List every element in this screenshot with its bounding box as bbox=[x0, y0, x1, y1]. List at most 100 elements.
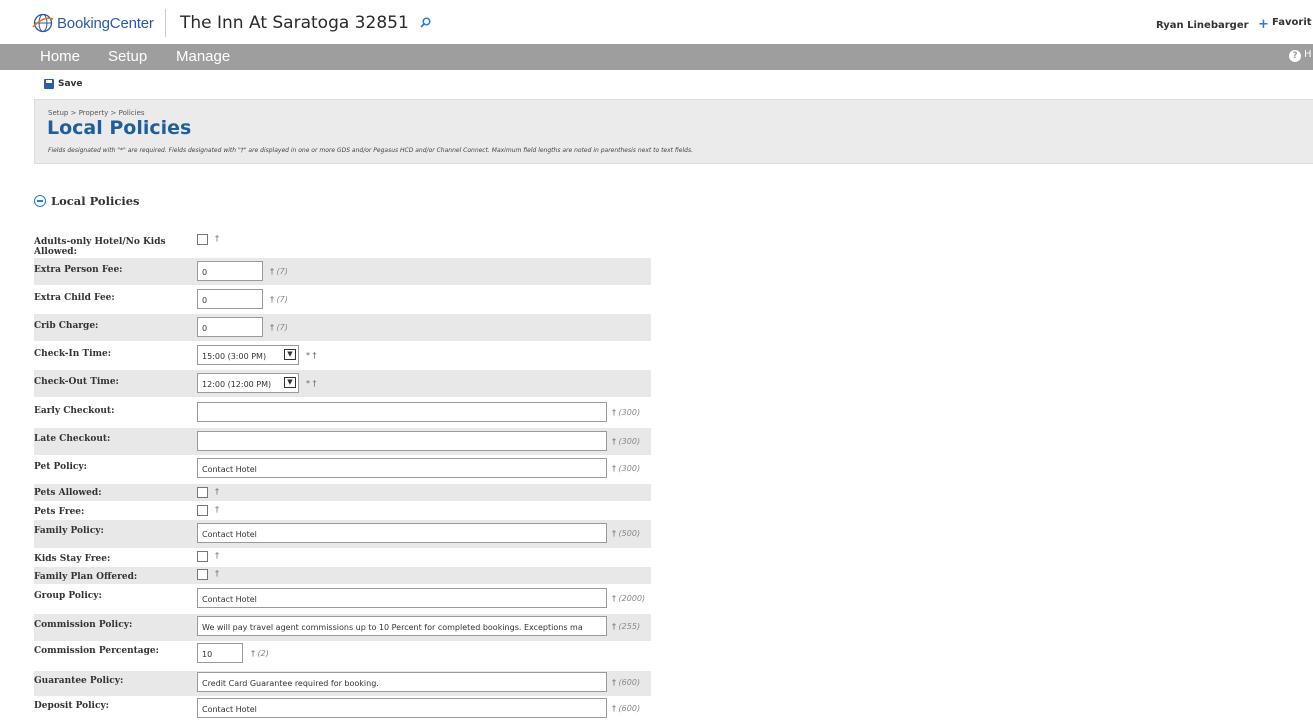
collapse-minus-icon[interactable] bbox=[34, 195, 46, 207]
max-length-note: (2) bbox=[257, 649, 269, 658]
chevron-down-icon[interactable]: ▼ bbox=[284, 377, 296, 388]
row-guarantee-policy: Guarantee Policy: Credit Card Guarantee … bbox=[34, 671, 651, 696]
family-policy-label: Family Policy: bbox=[34, 526, 104, 536]
commission-percentage-note: † (2) bbox=[251, 649, 269, 658]
check-out-time-select[interactable]: 12:00 (12:00 PM) ▼ bbox=[197, 373, 299, 393]
property-title: The Inn At Saratoga 32851 bbox=[180, 13, 431, 33]
favorites-link[interactable]: Favorit bbox=[1272, 17, 1312, 28]
section-toggle-local-policies[interactable]: Local Policies bbox=[34, 194, 140, 208]
guarantee-policy-label: Guarantee Policy: bbox=[34, 676, 124, 686]
gds-marker: † bbox=[270, 295, 274, 304]
late-checkout-input[interactable] bbox=[197, 431, 607, 451]
pet-policy-label: Pet Policy: bbox=[34, 462, 87, 472]
commission-policy-label: Commission Policy: bbox=[34, 620, 133, 630]
row-pet-policy: Pet Policy: Contact Hotel † (300) bbox=[34, 456, 651, 483]
max-length-note: (300) bbox=[618, 408, 641, 417]
extra-person-fee-input[interactable]: 0 bbox=[197, 261, 263, 281]
pets-free-checkbox[interactable] bbox=[197, 505, 208, 516]
gds-marker: † bbox=[251, 649, 255, 658]
section-title: Local Policies bbox=[51, 194, 140, 208]
row-extra-child-fee: Extra Child Fee: 0 † (7) bbox=[34, 286, 651, 313]
crib-charge-label: Crib Charge: bbox=[34, 321, 99, 331]
pet-policy-input[interactable]: Contact Hotel bbox=[197, 458, 607, 478]
family-policy-input[interactable]: Contact Hotel bbox=[197, 523, 607, 543]
kids-stay-free-checkbox[interactable] bbox=[197, 551, 208, 562]
row-pets-free: Pets Free: † bbox=[34, 502, 651, 519]
late-checkout-label: Late Checkout: bbox=[34, 434, 111, 444]
deposit-policy-input[interactable]: Contact Hotel bbox=[197, 698, 607, 718]
row-group-policy: Group Policy: Contact Hotel † (2000) bbox=[34, 585, 651, 613]
crib-charge-input[interactable]: 0 bbox=[197, 317, 263, 337]
gds-marker: † bbox=[612, 408, 616, 417]
breadcrumb: Setup > Property > Policies bbox=[48, 109, 145, 117]
pets-allowed-checkbox[interactable] bbox=[197, 487, 208, 498]
deposit-policy-note: † (600) bbox=[612, 704, 640, 713]
max-length-note: (600) bbox=[618, 704, 641, 713]
commission-percentage-input[interactable]: 10 bbox=[197, 643, 243, 663]
commission-policy-input[interactable]: We will pay travel agent commissions up … bbox=[197, 616, 607, 636]
group-policy-label: Group Policy: bbox=[34, 591, 102, 601]
required-fields-note: Fields designated with "*" are required.… bbox=[48, 147, 693, 154]
early-checkout-label: Early Checkout: bbox=[34, 406, 115, 416]
nav-home[interactable]: Home bbox=[40, 48, 80, 65]
page-title: Local Policies bbox=[47, 117, 192, 139]
family-plan-offered-label: Family Plan Offered: bbox=[34, 572, 138, 582]
adults-only-label: Adults-only Hotel/No Kids Allowed: bbox=[34, 237, 166, 257]
property-name: The Inn At Saratoga 32851 bbox=[180, 13, 409, 33]
search-icon[interactable] bbox=[420, 17, 431, 28]
deposit-policy-label: Deposit Policy: bbox=[34, 701, 110, 711]
nav-setup[interactable]: Setup bbox=[108, 48, 147, 65]
pet-policy-note: † (300) bbox=[612, 464, 640, 473]
row-family-plan-offered: Family Plan Offered: † bbox=[34, 567, 651, 584]
gds-marker: † bbox=[612, 704, 616, 713]
check-in-required-marker: * † bbox=[306, 351, 317, 360]
save-button[interactable]: Save bbox=[44, 79, 83, 89]
kids-stay-free-label: Kids Stay Free: bbox=[34, 554, 111, 564]
max-length-note: (7) bbox=[276, 295, 288, 304]
help-link[interactable]: H bbox=[1304, 49, 1312, 60]
plus-icon[interactable]: + bbox=[1258, 17, 1269, 32]
guarantee-policy-input[interactable]: Credit Card Guarantee required for booki… bbox=[197, 672, 607, 692]
check-in-time-label: Check-In Time: bbox=[34, 349, 112, 359]
user-name: Ryan Linebarger bbox=[1156, 20, 1249, 31]
max-length-note: (300) bbox=[618, 464, 641, 473]
extra-child-fee-note: † (7) bbox=[270, 295, 288, 304]
gds-marker: † bbox=[612, 678, 616, 687]
group-policy-input[interactable]: Contact Hotel bbox=[197, 588, 607, 608]
early-checkout-note: † (300) bbox=[612, 408, 640, 417]
extra-child-fee-input[interactable]: 0 bbox=[197, 289, 263, 309]
gds-marker: † bbox=[612, 464, 616, 473]
gds-marker: † bbox=[612, 529, 616, 538]
user-menu[interactable]: Ryan Linebarger + bbox=[1156, 17, 1269, 32]
row-kids-stay-free: Kids Stay Free: † bbox=[34, 549, 651, 566]
row-commission-policy: Commission Policy: We will pay travel ag… bbox=[34, 614, 651, 641]
max-length-note: (300) bbox=[618, 437, 641, 446]
early-checkout-input[interactable] bbox=[197, 402, 607, 422]
crib-charge-note: † (7) bbox=[270, 323, 288, 332]
chevron-down-icon[interactable]: ▼ bbox=[284, 349, 296, 360]
extra-person-fee-label: Extra Person Fee: bbox=[34, 265, 123, 275]
logo-text: BookingCenter bbox=[57, 14, 154, 32]
save-label: Save bbox=[58, 79, 83, 89]
family-plan-offered-checkbox[interactable] bbox=[197, 569, 208, 580]
adults-only-checkbox[interactable] bbox=[197, 234, 208, 245]
max-length-note: (500) bbox=[618, 529, 641, 538]
max-length-note: (255) bbox=[618, 622, 641, 631]
page-header: Setup > Property > Policies Local Polici… bbox=[34, 99, 1313, 164]
extra-person-fee-note: † (7) bbox=[270, 267, 288, 276]
row-check-in-time: Check-In Time: 15:00 (3:00 PM) ▼ * † bbox=[34, 342, 651, 369]
globe-logo-icon bbox=[32, 13, 54, 33]
check-out-required-marker: * † bbox=[306, 379, 317, 388]
row-extra-person-fee: Extra Person Fee: 0 † (7) bbox=[34, 258, 651, 285]
check-in-time-select[interactable]: 15:00 (3:00 PM) ▼ bbox=[197, 345, 299, 365]
bookingcenter-logo[interactable]: BookingCenter bbox=[32, 10, 154, 36]
extra-child-fee-label: Extra Child Fee: bbox=[34, 293, 115, 303]
guarantee-policy-note: † (600) bbox=[612, 678, 640, 687]
row-late-checkout: Late Checkout: † (300) bbox=[34, 428, 651, 455]
help-icon[interactable]: ? bbox=[1289, 50, 1301, 62]
commission-policy-note: † (255) bbox=[612, 622, 640, 631]
row-early-checkout: Early Checkout: † (300) bbox=[34, 398, 651, 427]
nav-manage[interactable]: Manage bbox=[176, 48, 230, 65]
commission-percentage-label: Commission Percentage: bbox=[34, 646, 159, 656]
pets-allowed-label: Pets Allowed: bbox=[34, 488, 102, 498]
